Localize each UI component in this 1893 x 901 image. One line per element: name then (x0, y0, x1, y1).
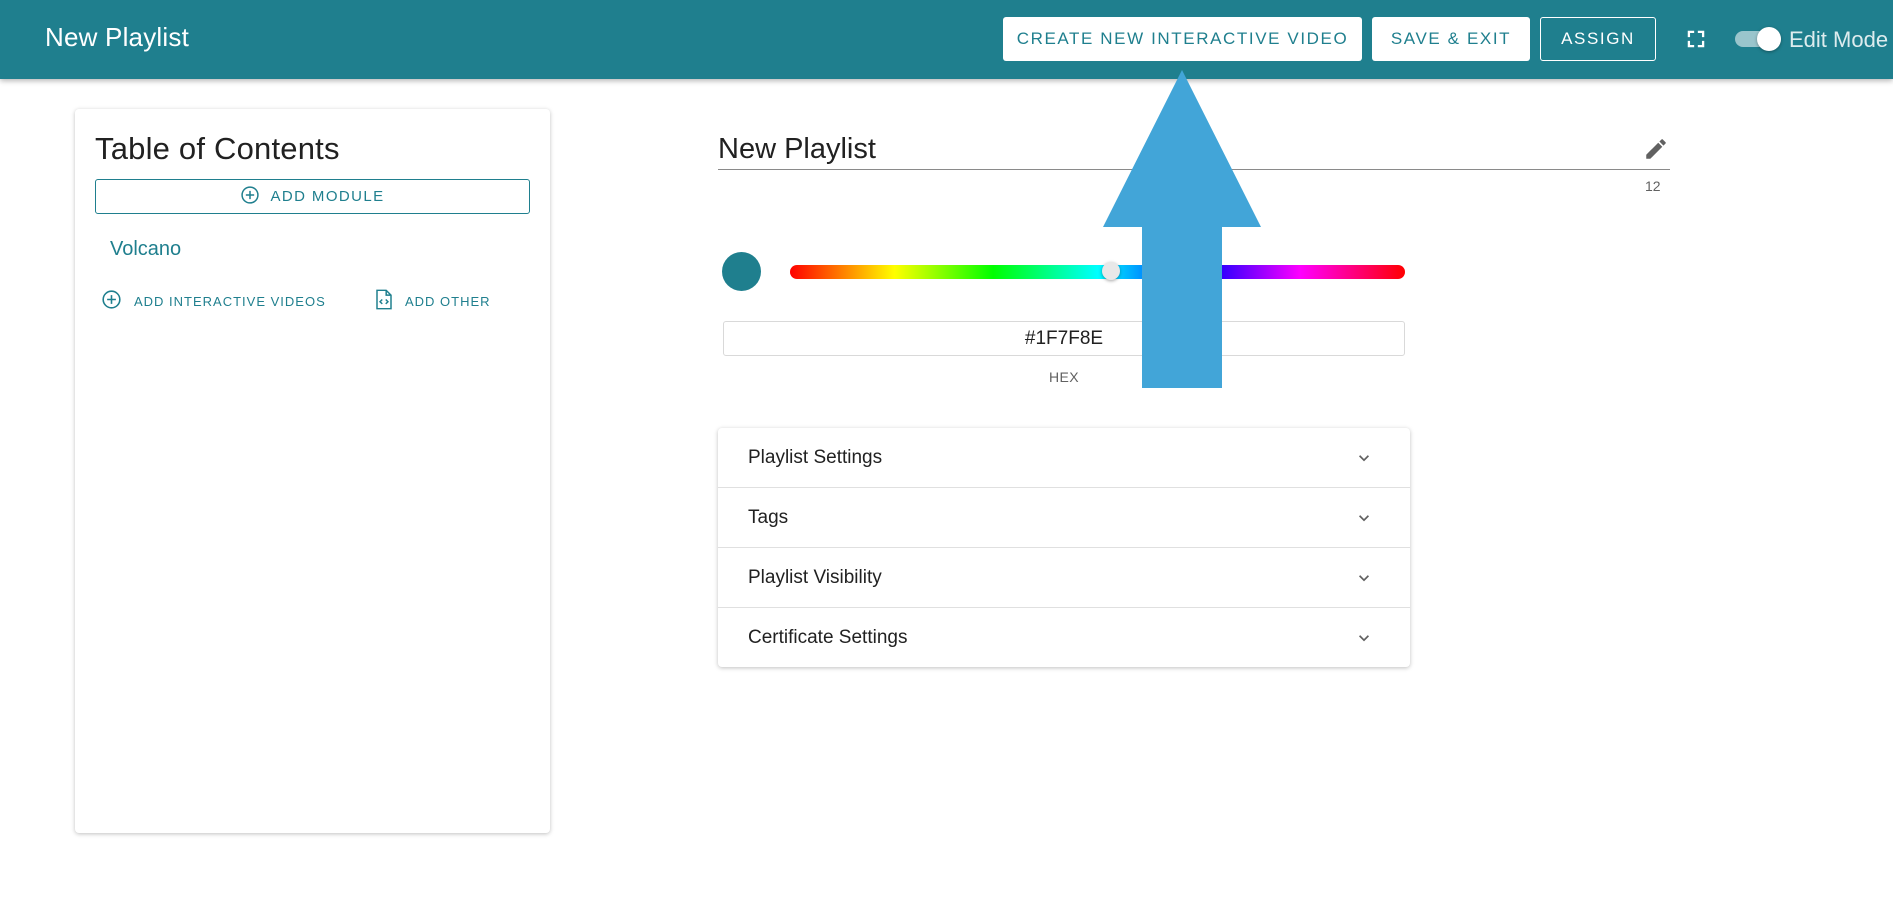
add-module-button[interactable]: ADD MODULE (95, 179, 530, 214)
edit-mode-toggle[interactable] (1733, 27, 1783, 51)
accordion-label: Certificate Settings (748, 627, 908, 648)
pencil-icon[interactable] (1643, 136, 1669, 162)
settings-accordion: Playlist Settings Tags Playlist Visibili… (718, 428, 1410, 667)
chevron-down-icon (1354, 568, 1374, 588)
accordion-certificate-settings[interactable]: Certificate Settings (718, 608, 1410, 668)
add-interactive-videos-label: ADD INTERACTIVE VIDEOS (134, 293, 326, 309)
toc-title: Table of Contents (95, 131, 340, 166)
app-title: New Playlist (45, 22, 189, 52)
add-circle-icon (101, 289, 122, 313)
hex-color-input[interactable] (723, 321, 1405, 356)
add-circle-icon (240, 185, 260, 209)
color-preview-swatch (722, 252, 761, 291)
accordion-playlist-settings[interactable]: Playlist Settings (718, 428, 1410, 488)
accordion-label: Playlist Settings (748, 447, 883, 468)
add-other-label: ADD OTHER (405, 293, 491, 309)
title-underline (718, 169, 1670, 170)
create-new-interactive-video-button[interactable]: CREATE NEW INTERACTIVE VIDEO (1003, 17, 1362, 61)
accordion-tags[interactable]: Tags (718, 488, 1410, 548)
fullscreen-icon[interactable] (1685, 28, 1707, 50)
module-item[interactable]: Volcano (110, 238, 181, 261)
accordion-label: Tags (748, 507, 789, 528)
character-count: 12 (1645, 178, 1661, 194)
add-other-link[interactable]: ADD OTHER (375, 289, 491, 313)
add-interactive-videos-link[interactable]: ADD INTERACTIVE VIDEOS (101, 289, 326, 313)
hue-slider-handle[interactable] (1102, 262, 1120, 280)
assign-button[interactable]: ASSIGN (1540, 17, 1656, 61)
table-of-contents-panel: Table of Contents ADD MODULE Volcano ADD… (75, 109, 550, 833)
hue-slider[interactable] (790, 265, 1405, 279)
add-module-label: ADD MODULE (270, 188, 385, 205)
toggle-thumb (1757, 27, 1781, 51)
hex-label: HEX (1049, 369, 1079, 385)
accordion-label: Playlist Visibility (748, 567, 882, 588)
top-app-bar: New Playlist CREATE NEW INTERACTIVE VIDE… (0, 0, 1893, 79)
accordion-playlist-visibility[interactable]: Playlist Visibility (718, 548, 1410, 608)
save-and-exit-button[interactable]: SAVE & EXIT (1372, 17, 1530, 61)
edit-mode-label: Edit Mode (1789, 27, 1889, 52)
playlist-title-input[interactable]: New Playlist (718, 133, 876, 166)
chevron-down-icon (1354, 508, 1374, 528)
code-file-icon (375, 289, 393, 313)
chevron-down-icon (1354, 448, 1374, 468)
chevron-down-icon (1354, 628, 1374, 648)
